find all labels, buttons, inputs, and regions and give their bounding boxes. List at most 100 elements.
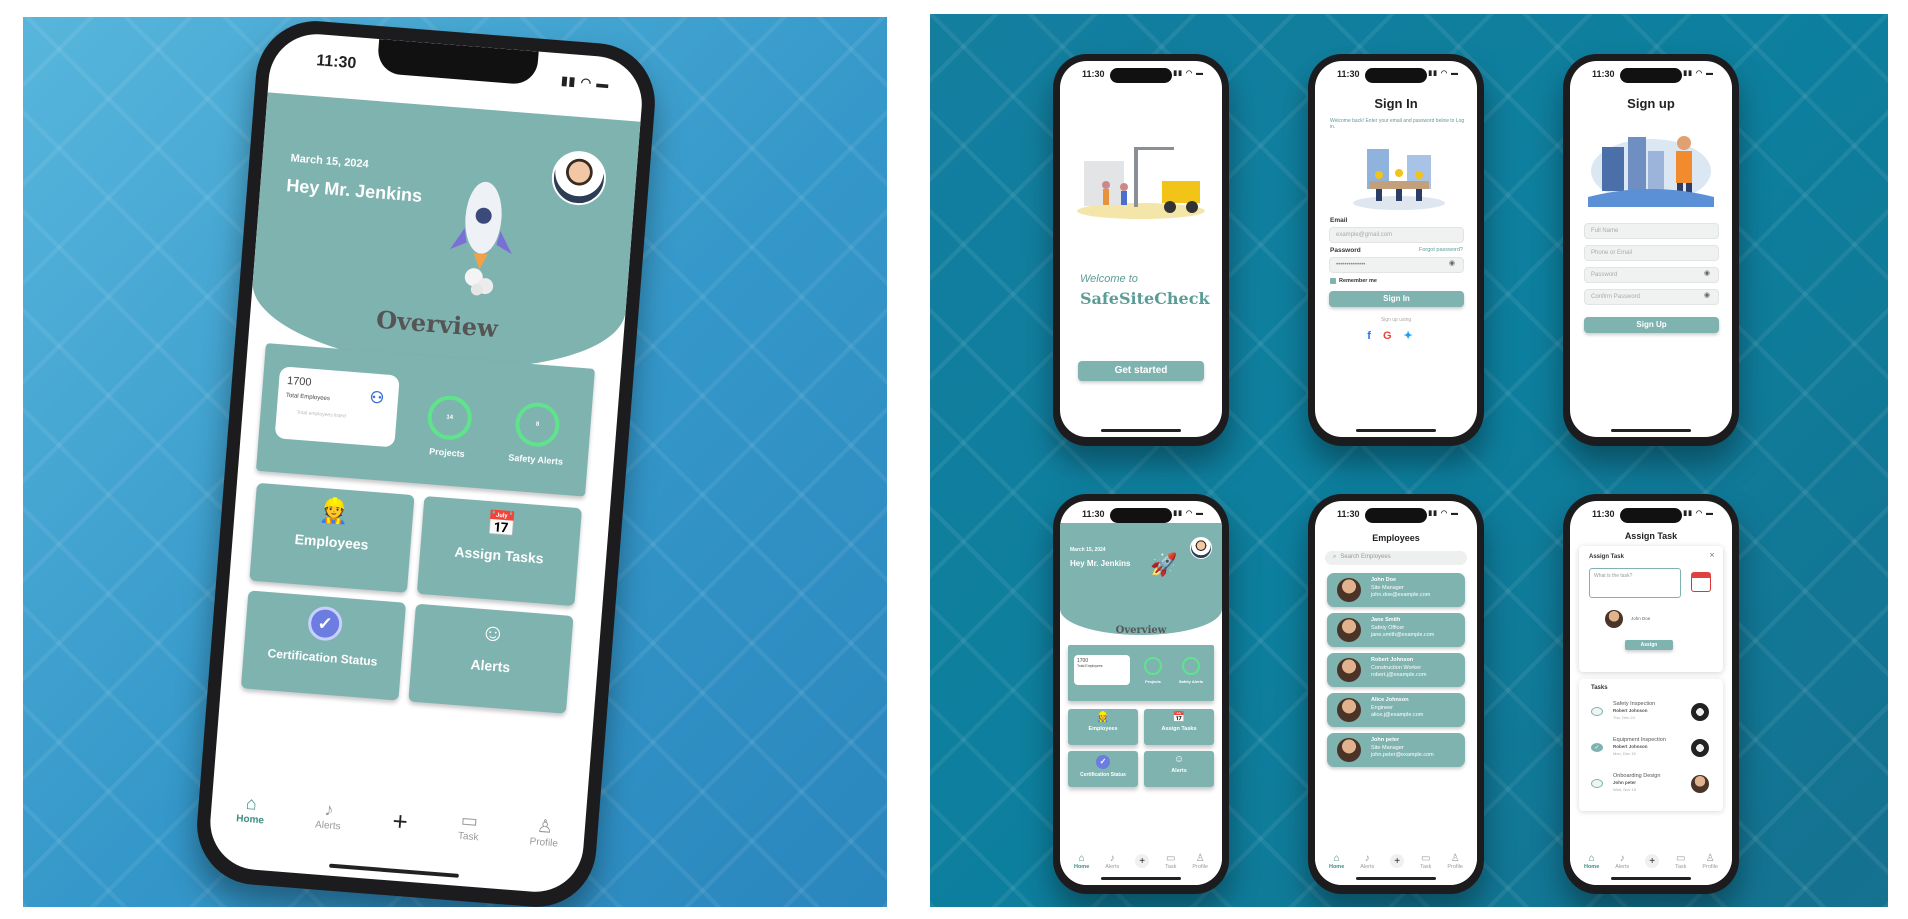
phone-assign-task: 11:30 ▮▮ ◠ ▬ Assign Task Assign Task × W… [1563, 494, 1739, 894]
task-title: Equipment Inspection [1613, 737, 1666, 743]
tab-add[interactable]: + [1390, 854, 1405, 868]
task-avatar [1691, 703, 1709, 721]
tab-profile[interactable]: ♙ Profile [1192, 853, 1208, 870]
full-name-field[interactable]: Full Name [1584, 223, 1719, 239]
employee-card[interactable]: Robert Johnson Construction Worker robert.… [1327, 653, 1465, 687]
tab-alerts[interactable]: ♪ Alerts [1360, 853, 1374, 870]
task-title: Onboarding Design [1613, 773, 1661, 779]
employee-photo [1337, 698, 1361, 722]
forgot-password-link[interactable]: Forgot password? [1419, 247, 1463, 253]
card-alerts[interactable]: ☺ Alerts [408, 603, 574, 714]
alerts-ring [1182, 657, 1200, 675]
tab-home[interactable]: ⌂ Home [1329, 853, 1344, 870]
home-indicator [1611, 429, 1691, 432]
eye-icon[interactable]: ◉ [1704, 269, 1710, 277]
bell-icon: ♪ [1109, 852, 1115, 864]
twitter-icon[interactable]: ✦ [1404, 330, 1425, 342]
phone-email-field[interactable]: Phone or Email [1584, 245, 1719, 261]
employee-email: john.doe@example.com [1371, 592, 1431, 598]
employees-illustration: 👷 [318, 496, 350, 527]
tab-add[interactable]: + [1135, 854, 1150, 868]
card-certification-status[interactable]: ✓ Certification Status [1068, 751, 1138, 787]
employee-card[interactable]: John Doe Site Manager john.doe@example.com [1327, 573, 1465, 607]
employee-name: Jane Smith [1371, 617, 1401, 623]
employee-name: John Doe [1371, 577, 1397, 583]
tab-add[interactable]: + [391, 805, 408, 837]
sign-up-title: Sign up [1627, 96, 1675, 111]
tab-label: Task [1165, 863, 1177, 870]
tab-task[interactable]: ▭ Task [1675, 853, 1686, 870]
task-checkbox[interactable] [1591, 707, 1603, 716]
tab-task[interactable]: ▭ Task [1165, 853, 1176, 870]
tab-alerts[interactable]: ♪ Alerts [1105, 853, 1119, 870]
card-label: Certification Status [1080, 772, 1126, 778]
task-checkbox[interactable] [1591, 779, 1603, 788]
tab-profile[interactable]: ♙ Profile [1447, 853, 1463, 870]
tab-add[interactable]: + [1645, 854, 1660, 868]
task-avatar [1691, 775, 1709, 793]
card-alerts[interactable]: ☺ Alerts [1144, 751, 1214, 787]
employee-name: Robert Johnson [1371, 657, 1414, 663]
tab-alerts[interactable]: ♪ Alerts [1615, 853, 1629, 870]
tab-label: Task [1420, 863, 1432, 870]
employees-illustration: 👷 [1096, 712, 1110, 723]
total-employees-box[interactable]: 1700 Total Employees [1074, 655, 1130, 685]
calendar-icon[interactable] [1691, 572, 1711, 592]
assignee-avatar [1605, 610, 1623, 628]
task-checkbox-checked[interactable]: ✓ [1591, 743, 1603, 752]
phone-welcome: 11:30 ▮▮ ◠ ▬ Welcome to SafeSiteCheck Ge… [1053, 54, 1229, 446]
card-certification-status[interactable]: ✓ Certification Status [240, 590, 407, 701]
eye-icon[interactable]: ◉ [1704, 291, 1710, 299]
projects-ring [1144, 657, 1162, 675]
projects-label: Projects [428, 446, 466, 459]
confirm-password-field[interactable]: Confirm Password [1584, 289, 1719, 305]
remember-checkbox[interactable] [1330, 278, 1336, 284]
status-time: 11:30 [1592, 509, 1615, 519]
tab-profile[interactable]: ♙ Profile [1702, 853, 1718, 870]
tab-label: Home [1583, 863, 1600, 870]
status-icons: ▮▮ ◠ ▬ [1173, 510, 1204, 517]
status-time: 11:30 [1337, 69, 1360, 79]
bell-icon: ♪ [323, 799, 335, 820]
tab-alerts[interactable]: ♪ Alerts [315, 798, 343, 832]
password-field[interactable]: •••••••••••••• [1329, 257, 1464, 273]
tab-profile[interactable]: ♙ Profile [529, 815, 560, 850]
task-input[interactable]: What is the task? [1589, 568, 1681, 598]
left-showcase-panel: 11:30 ▮▮ ◠ ▬ March 15, 2024 Hey Mr. Jenk… [23, 17, 887, 907]
email-field[interactable]: example@gmail.com [1329, 227, 1464, 243]
employee-card[interactable]: Alice Johnson Engineer alice.j@example.com [1327, 693, 1465, 727]
task-item[interactable]: Safety Inspection Robert Johnson Thu, De… [1589, 699, 1713, 729]
tab-home[interactable]: ⌂ Home [1074, 853, 1089, 870]
card-assign-tasks[interactable]: 📅 Assign Tasks [1144, 709, 1214, 745]
tab-home[interactable]: ⌂ Home [1584, 853, 1599, 870]
eye-icon[interactable]: ◉ [1449, 259, 1455, 267]
facebook-icon[interactable]: f [1367, 330, 1383, 342]
get-started-button[interactable]: Get started [1078, 361, 1204, 381]
task-person: Robert Johnson [1613, 708, 1648, 713]
avatar[interactable] [1190, 537, 1212, 559]
card-employees[interactable]: 👷 Employees [1068, 709, 1138, 745]
tab-label: Home [235, 813, 265, 827]
total-employees-box[interactable]: 1700 Total Employees Total employees lis… [274, 366, 400, 448]
task-item[interactable]: ✓ Equipment Inspection Robert Johnson Mo… [1589, 735, 1713, 765]
tab-home[interactable]: ⌂ Home [236, 792, 266, 826]
close-icon[interactable]: × [1709, 551, 1715, 559]
tab-task[interactable]: ▭ Task [458, 810, 481, 843]
assign-button[interactable]: Assign [1625, 640, 1673, 650]
sign-up-button[interactable]: Sign Up [1584, 317, 1719, 333]
sign-in-button[interactable]: Sign In [1329, 291, 1464, 307]
status-time: 11:30 [315, 52, 357, 73]
search-input[interactable]: ⌕ Search Employees [1325, 551, 1467, 565]
task-item[interactable]: Onboarding Design John peter Wed, Nov 15 [1589, 771, 1713, 801]
employee-card[interactable]: Jane Smith Safety Officer jane.smith@examp… [1327, 613, 1465, 647]
card-employees[interactable]: 👷 Employees [249, 482, 415, 593]
task-title: Safety Inspection [1613, 701, 1656, 707]
card-title: Assign Task [1589, 554, 1624, 560]
tab-task[interactable]: ▭ Task [1420, 853, 1431, 870]
employee-card[interactable]: John peter Site Manager john.peter@example… [1327, 733, 1465, 767]
google-icon[interactable]: G [1383, 330, 1404, 342]
social-buttons: fG✦ [1315, 329, 1477, 342]
password-field[interactable]: Password [1584, 267, 1719, 283]
card-assign-tasks[interactable]: 📅 Assign Tasks [416, 495, 582, 607]
tab-label: Alerts [1105, 863, 1120, 870]
